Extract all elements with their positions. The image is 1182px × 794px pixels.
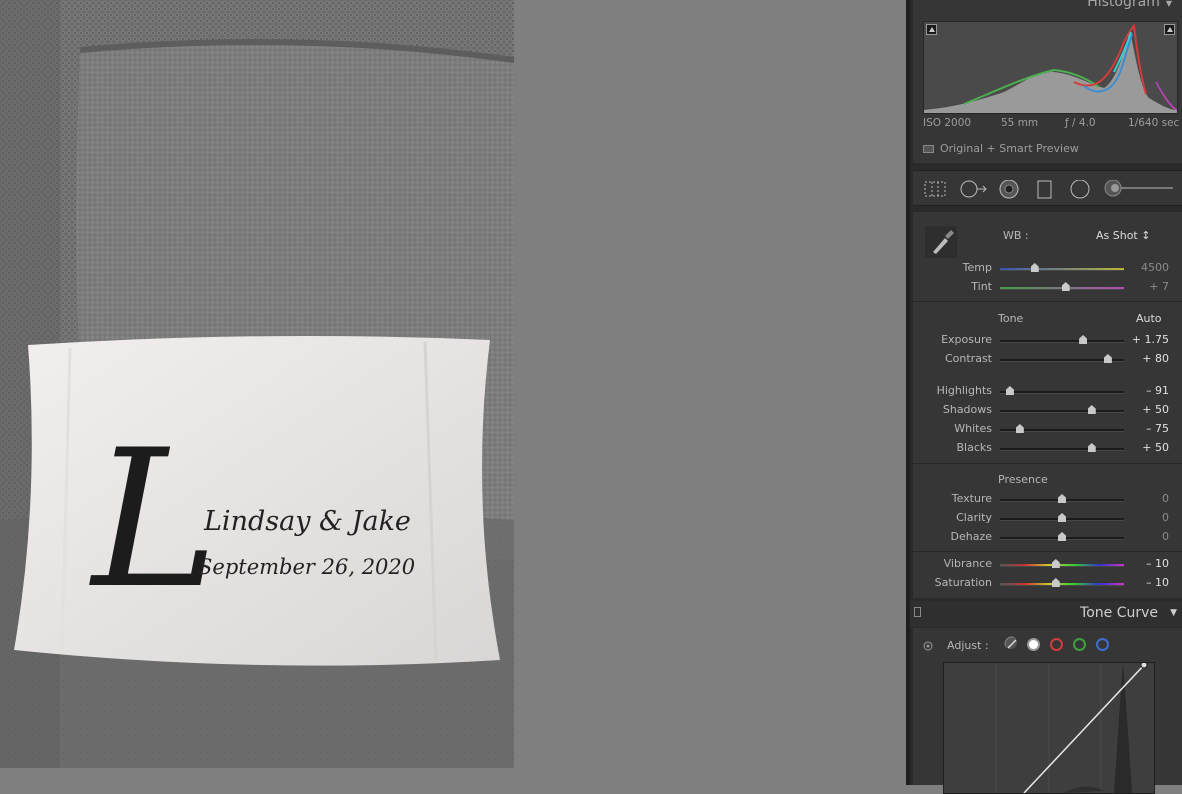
highlights-slider-row[interactable]: Highlights – 91 xyxy=(913,383,1182,401)
saturation-slider-row[interactable]: Saturation – 10 xyxy=(913,575,1182,593)
collapse-triangle-icon[interactable]: ▼ xyxy=(1170,608,1177,618)
exposure-label: Exposure xyxy=(941,333,992,346)
shadows-slider-row[interactable]: Shadows + 50 xyxy=(913,402,1182,420)
presence-label: Presence xyxy=(998,473,1048,486)
smart-preview-status[interactable]: Original + Smart Preview xyxy=(923,142,1079,155)
parametric-curve-icon[interactable] xyxy=(1004,636,1017,649)
clarity-label: Clarity xyxy=(956,511,992,524)
texture-label: Texture xyxy=(951,492,992,505)
target-adjust-icon[interactable] xyxy=(923,641,933,651)
saturation-value[interactable]: – 10 xyxy=(1146,576,1169,589)
exif-shutter: 1/640 sec xyxy=(1128,117,1180,129)
shadow-clipping-icon[interactable] xyxy=(926,24,937,35)
graduated-filter-icon[interactable] xyxy=(1037,180,1053,200)
contrast-value[interactable]: + 80 xyxy=(1142,352,1169,365)
exif-iso: ISO 2000 xyxy=(923,117,972,129)
spot-removal-icon[interactable] xyxy=(959,180,989,198)
radial-filter-icon[interactable] xyxy=(1069,180,1091,200)
blacks-value[interactable]: + 50 xyxy=(1142,441,1169,454)
vibrance-slider-row[interactable]: Vibrance – 10 xyxy=(913,556,1182,574)
histogram-plot xyxy=(924,23,1178,113)
highlights-track[interactable] xyxy=(1000,391,1124,394)
wb-eyedropper-icon[interactable] xyxy=(925,226,957,258)
photo-image: L Lindsay & Jake September 26, 2020 xyxy=(0,0,514,768)
whites-value[interactable]: – 75 xyxy=(1146,422,1169,435)
adjust-label: Adjust : xyxy=(947,639,989,652)
clarity-value[interactable]: 0 xyxy=(1162,511,1169,524)
highlights-value[interactable]: – 91 xyxy=(1146,384,1169,397)
point-curve-rgb-icon[interactable] xyxy=(1027,638,1040,651)
date-text: September 26, 2020 xyxy=(198,555,415,579)
divider xyxy=(913,463,1182,464)
temp-slider-row[interactable]: Temp 4500 xyxy=(913,260,1182,278)
basic-panel: WB : As Shot ↕ Temp 4500 Tint + 7 Tone A… xyxy=(913,212,1182,598)
blacks-label: Blacks xyxy=(956,441,993,454)
dehaze-value[interactable]: 0 xyxy=(1162,530,1169,543)
dehaze-slider-row[interactable]: Dehaze 0 xyxy=(913,529,1182,547)
exposure-value[interactable]: + 1.75 xyxy=(1132,333,1169,346)
auto-tone-button[interactable]: Auto xyxy=(1136,312,1162,325)
vibrance-value[interactable]: – 10 xyxy=(1146,557,1169,570)
vibrance-label: Vibrance xyxy=(943,557,992,570)
tint-value[interactable]: + 7 xyxy=(1149,280,1169,293)
filmstrip-edge xyxy=(0,768,906,785)
exposure-slider-row[interactable]: Exposure + 1.75 xyxy=(913,332,1182,350)
tone-curve-plot xyxy=(995,663,1148,793)
photo-preview[interactable]: L Lindsay & Jake September 26, 2020 xyxy=(0,0,514,768)
tone-curve-header[interactable]: Tone Curve ▼ xyxy=(910,601,1182,627)
wb-label: WB : xyxy=(1003,229,1029,242)
saturation-track[interactable] xyxy=(1000,583,1124,586)
temp-label: Temp xyxy=(962,261,992,274)
tone-curve-title: Tone Curve xyxy=(1080,605,1158,621)
shadows-value[interactable]: + 50 xyxy=(1142,403,1169,416)
histogram-title-label: Histogram xyxy=(1087,0,1160,10)
shadows-label: Shadows xyxy=(942,403,992,416)
divider xyxy=(913,301,1182,302)
names-text: Lindsay & Jake xyxy=(203,506,411,537)
panel-toggle-switch[interactable] xyxy=(914,607,921,617)
saturation-label: Saturation xyxy=(934,576,992,589)
vibrance-track[interactable] xyxy=(1000,564,1124,567)
red-eye-icon[interactable] xyxy=(998,180,1020,202)
preview-icon xyxy=(923,144,934,153)
monogram-text: L xyxy=(89,409,218,630)
shadows-track[interactable] xyxy=(1000,410,1124,413)
blue-channel-icon[interactable] xyxy=(1096,638,1109,651)
texture-value[interactable]: 0 xyxy=(1162,492,1169,505)
blacks-track[interactable] xyxy=(1000,448,1124,451)
crop-overlay-icon[interactable] xyxy=(923,180,947,198)
blacks-slider-row[interactable]: Blacks + 50 xyxy=(913,440,1182,458)
tint-label: Tint xyxy=(971,280,992,293)
whites-label: Whites xyxy=(954,422,992,435)
tone-curve-graph[interactable] xyxy=(943,662,1155,794)
tint-slider-row[interactable]: Tint + 7 xyxy=(913,279,1182,297)
exposure-track[interactable] xyxy=(1000,340,1124,343)
histogram-graph[interactable] xyxy=(923,21,1178,114)
histogram-panel: Histogram ▼ ISO 2000 55 mm ƒ / 4.0 1/640 … xyxy=(913,0,1182,163)
red-channel-icon[interactable] xyxy=(1050,638,1063,651)
texture-slider-row[interactable]: Texture 0 xyxy=(913,491,1182,509)
dehaze-label: Dehaze xyxy=(950,530,993,543)
exif-aperture: ƒ / 4.0 xyxy=(1065,117,1096,129)
whites-slider-row[interactable]: Whites – 75 xyxy=(913,421,1182,439)
develop-right-panel: Histogram ▼ ISO 2000 55 mm ƒ / 4.0 1/640 … xyxy=(910,0,1182,794)
highlight-clipping-icon[interactable] xyxy=(1164,24,1175,35)
divider xyxy=(913,551,1182,552)
contrast-label: Contrast xyxy=(944,352,992,365)
tone-curve-panel: Adjust : xyxy=(913,628,1182,794)
clarity-slider-row[interactable]: Clarity 0 xyxy=(913,510,1182,528)
temp-track[interactable] xyxy=(1000,268,1124,271)
histogram-title[interactable]: Histogram ▼ xyxy=(1087,0,1172,10)
temp-value[interactable]: 4500 xyxy=(1141,261,1169,274)
collapse-triangle-icon[interactable]: ▼ xyxy=(1166,0,1172,8)
highlights-label: Highlights xyxy=(936,384,992,397)
exif-focal-length: 55 mm xyxy=(1001,117,1039,129)
green-channel-icon[interactable] xyxy=(1073,638,1086,651)
wb-preset-select[interactable]: As Shot ↕ xyxy=(1096,229,1150,242)
tool-strip xyxy=(913,170,1182,206)
tone-label: Tone xyxy=(998,312,1024,325)
adjustment-brush-icon[interactable] xyxy=(1103,180,1175,198)
preview-label: Original + Smart Preview xyxy=(940,142,1079,155)
contrast-slider-row[interactable]: Contrast + 80 xyxy=(913,351,1182,369)
